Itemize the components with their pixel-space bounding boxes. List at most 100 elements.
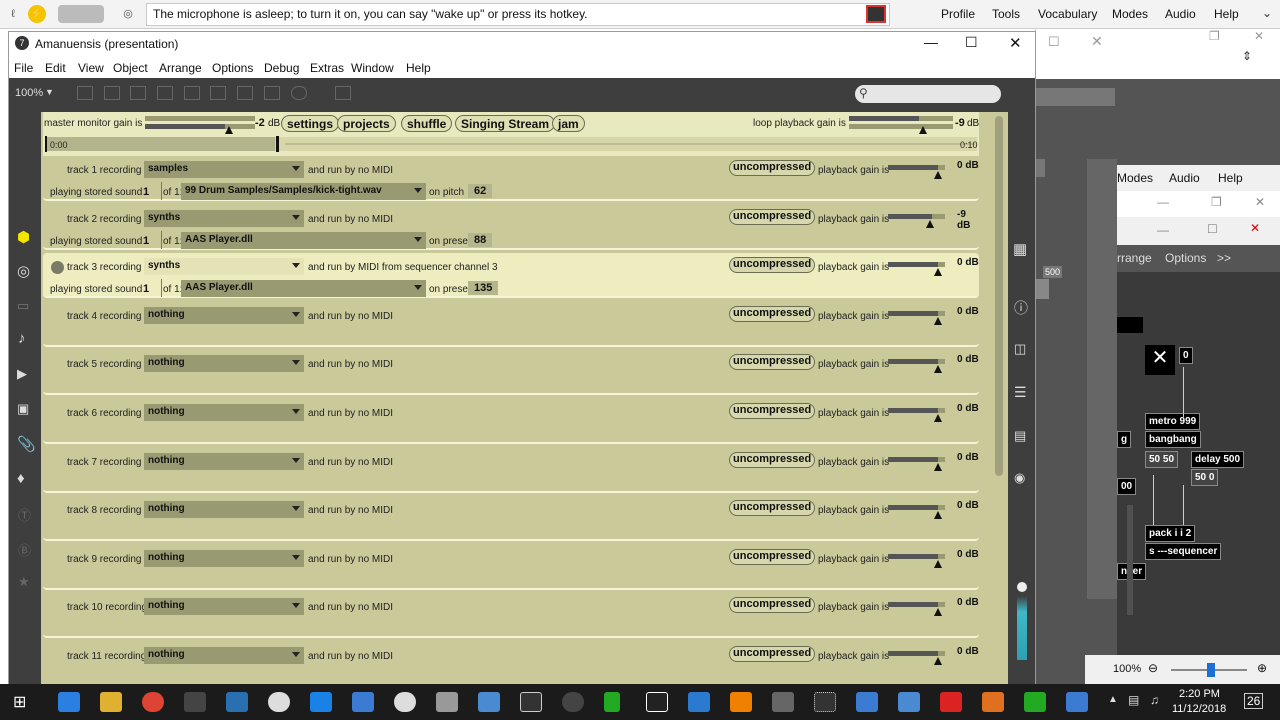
info-icon[interactable]: ⓘ xyxy=(1014,298,1028,318)
compression-toggle-button[interactable]: uncompressed xyxy=(729,305,816,322)
sound-file-dropdown[interactable]: 99 Drum Samples/Samples/kick-tight.wav xyxy=(181,183,426,200)
app-icon[interactable]: ℓ xyxy=(4,5,22,23)
b-icon[interactable]: Ⓑ xyxy=(18,540,31,559)
meter-knob[interactable] xyxy=(1017,582,1027,592)
playback-gain-slider[interactable] xyxy=(934,316,942,325)
terminal-icon[interactable] xyxy=(520,692,542,712)
param-number-box[interactable]: 135 xyxy=(468,281,499,296)
param-number-box[interactable]: 62 xyxy=(468,184,493,198)
sound-index-number[interactable]: 1 xyxy=(143,283,149,295)
close-icon[interactable]: ✕ xyxy=(1145,345,1175,375)
mic-toggle-icon[interactable] xyxy=(866,5,886,23)
listening-icon[interactable]: ◎ xyxy=(119,5,137,23)
compression-toggle-button[interactable]: uncompressed xyxy=(729,403,816,419)
playback-gain-slider[interactable] xyxy=(934,657,942,665)
folder-icon[interactable] xyxy=(100,692,122,712)
restore-icon[interactable]: ❐ xyxy=(1209,29,1220,43)
menu-modes-bg[interactable]: Modes xyxy=(1117,171,1153,185)
menu-profile[interactable]: Profile xyxy=(941,7,975,21)
puzzle-icon[interactable]: ♦ xyxy=(17,470,25,487)
menu-modes[interactable]: Modes xyxy=(1112,7,1148,21)
book-icon[interactable]: ▤ xyxy=(1014,428,1026,444)
minimize-icon[interactable]: — xyxy=(1157,223,1169,237)
keyboard-icon[interactable]: ▦ xyxy=(1013,240,1027,258)
message-50-50[interactable]: 50 50 xyxy=(1145,451,1179,468)
playback-gain-slider[interactable] xyxy=(934,559,942,568)
close-icon[interactable]: ✕ xyxy=(1009,34,1022,52)
app-taskbar-icon-10[interactable] xyxy=(436,692,458,712)
paint-icon[interactable] xyxy=(335,86,351,100)
help-icon[interactable] xyxy=(291,86,307,100)
menu-file[interactable]: File xyxy=(14,61,33,75)
track-source-dropdown[interactable]: nothing xyxy=(144,501,304,519)
app-taskbar-icon-23[interactable] xyxy=(982,692,1004,712)
compression-toggle-button[interactable]: uncompressed xyxy=(729,451,816,468)
delay-object[interactable]: delay 500 xyxy=(1191,451,1245,468)
menu-options-bg[interactable]: Options xyxy=(1165,251,1206,265)
master-gain-slider[interactable] xyxy=(225,126,233,134)
vscode-icon[interactable] xyxy=(688,692,710,712)
grid-icon[interactable] xyxy=(184,86,200,100)
tray-chevron-icon[interactable]: ▲ xyxy=(1108,694,1118,705)
send-sequencer-object[interactable]: s ---sequencer xyxy=(1145,543,1222,560)
maximize-icon[interactable]: ☐ xyxy=(1048,34,1060,50)
track-source-dropdown[interactable]: synths xyxy=(144,258,304,276)
menu-help[interactable]: Help xyxy=(1214,7,1239,21)
close-icon[interactable]: ✕ xyxy=(1091,33,1103,50)
camera-icon[interactable]: ◉ xyxy=(1014,470,1025,486)
menu-arrange-bg[interactable]: rrange xyxy=(1117,251,1152,265)
chart-icon[interactable] xyxy=(604,692,620,712)
app-taskbar-icon-25[interactable] xyxy=(1066,692,1088,712)
app-taskbar-icon-8[interactable] xyxy=(352,692,374,712)
menu-options[interactable]: Options xyxy=(212,61,253,75)
chrome-icon[interactable] xyxy=(142,692,164,712)
singing-stream-button[interactable]: Singing Stream xyxy=(455,115,556,132)
maximize-icon[interactable]: ☐ xyxy=(965,34,978,51)
panel-icon[interactable]: ▭ xyxy=(17,298,29,314)
image-icon[interactable]: ▣ xyxy=(17,401,29,417)
list-icon[interactable]: ☰ xyxy=(1014,384,1027,401)
vlc-icon[interactable] xyxy=(730,692,752,712)
timeline-waveform[interactable] xyxy=(45,136,977,152)
compression-toggle-button[interactable]: uncompressed xyxy=(729,500,816,517)
playback-gain-slider[interactable] xyxy=(934,608,942,617)
network-icon[interactable]: ▤ xyxy=(1128,693,1139,707)
lock-icon[interactable] xyxy=(77,86,93,100)
playback-gain-slider[interactable] xyxy=(934,462,942,471)
compression-toggle-button[interactable]: uncompressed xyxy=(729,354,816,371)
sound-file-dropdown[interactable]: AAS Player.dll xyxy=(181,280,426,298)
compression-toggle-button[interactable]: uncompressed xyxy=(729,208,816,225)
jam-button[interactable]: jam xyxy=(552,115,585,132)
app-taskbar-icon-11[interactable] xyxy=(478,692,500,712)
menu-audio-bg[interactable]: Audio xyxy=(1169,171,1200,185)
scrollbar-thumb[interactable] xyxy=(995,116,1003,476)
flame-icon[interactable] xyxy=(646,692,668,712)
dropbox-icon[interactable] xyxy=(310,692,332,712)
compression-toggle-button[interactable]: uncompressed xyxy=(729,160,816,176)
target-icon[interactable]: ◎ xyxy=(17,262,30,280)
split-icon[interactable] xyxy=(264,86,280,100)
compression-toggle-button[interactable]: uncompressed xyxy=(729,646,816,662)
max-taskbar-icon[interactable] xyxy=(562,692,584,712)
close-icon[interactable]: ✕ xyxy=(1254,29,1264,43)
playback-gain-slider[interactable] xyxy=(934,365,942,374)
chevron-down-icon[interactable]: ▼ xyxy=(45,87,54,97)
windows-start-icon[interactable]: ⊞ xyxy=(13,692,26,712)
app-taskbar-icon-5[interactable] xyxy=(226,692,248,712)
track-source-dropdown[interactable]: nothing xyxy=(144,355,304,373)
menu-more-bg[interactable]: >> xyxy=(1217,251,1231,265)
app-taskbar-icon-24[interactable] xyxy=(1024,692,1046,712)
columns-icon[interactable]: ◫ xyxy=(1014,341,1026,357)
notification-count[interactable]: 26 xyxy=(1244,693,1264,709)
pin-icon[interactable]: ⇕ xyxy=(1242,49,1252,63)
app-taskbar-icon-20[interactable] xyxy=(856,692,878,712)
close-icon[interactable]: ✕ xyxy=(1250,221,1260,235)
menu-help[interactable]: Help xyxy=(406,61,431,75)
menu-tools[interactable]: Tools xyxy=(992,7,1020,21)
menu-edit[interactable]: Edit xyxy=(45,61,66,75)
bangbang-object[interactable]: bangbang xyxy=(1145,431,1201,448)
playback-gain-slider[interactable] xyxy=(934,414,942,422)
metro-object[interactable]: metro 999 xyxy=(1145,413,1201,430)
compass-icon[interactable] xyxy=(394,692,416,712)
zoom-slider-thumb[interactable] xyxy=(1207,663,1215,677)
